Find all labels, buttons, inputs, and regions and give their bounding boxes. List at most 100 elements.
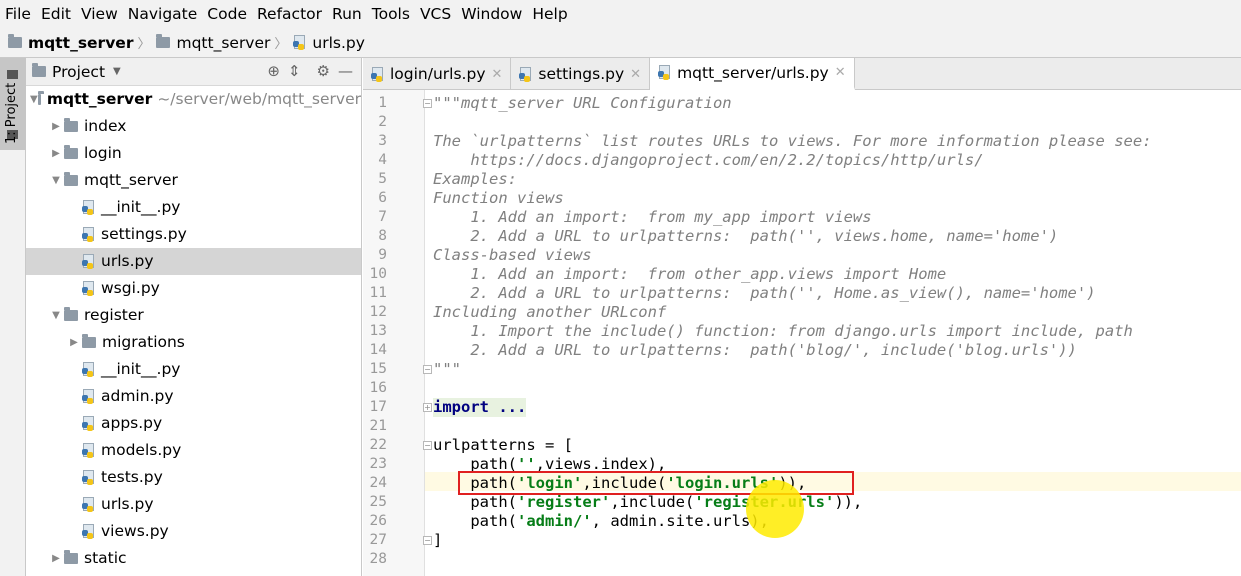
close-icon[interactable]: ✕ <box>835 65 846 80</box>
line-number: 5 <box>378 171 387 187</box>
fold-marker-icon[interactable]: − <box>423 441 432 450</box>
line-number: 21 <box>369 418 387 434</box>
python-file-icon <box>82 362 95 377</box>
tree-folder[interactable]: ▼ mqtt_server <box>26 167 361 194</box>
tree-item-label: urls.py <box>101 495 154 513</box>
breadcrumb-project[interactable]: mqtt_server 〉 <box>8 33 156 52</box>
tree-file[interactable]: wsgi.py <box>26 275 361 302</box>
locate-icon[interactable]: ⊕ <box>267 62 280 80</box>
tab-label: mqtt_server/urls.py <box>677 63 829 82</box>
tree-item-label: apps.py <box>101 414 163 432</box>
folder-icon <box>64 145 78 159</box>
code-line: Function views <box>433 189 564 207</box>
folder-icon <box>64 172 78 186</box>
code-line: """ <box>433 360 461 378</box>
code-line: The `urlpatterns` list routes URLs to vi… <box>433 132 1152 150</box>
tree-item-label: settings.py <box>101 225 187 243</box>
tree-file[interactable]: apps.py <box>26 410 361 437</box>
mouse-cursor-highlight <box>746 480 804 538</box>
menu-item-edit[interactable]: Edit <box>36 0 76 28</box>
tree-file[interactable]: __init__.py <box>26 194 361 221</box>
fold-marker-icon[interactable]: − <box>423 365 432 374</box>
folder-icon <box>37 91 44 105</box>
folder-icon <box>64 307 78 321</box>
tree-folder[interactable]: ▼ register <box>26 302 361 329</box>
tree-root[interactable]: ▼ mqtt_server ~/server/web/mqtt_server <box>26 86 361 113</box>
project-tool-tab[interactable]: 1: Project <box>0 58 26 150</box>
collapse-all-icon[interactable]: ⇕ <box>288 62 301 80</box>
fold-marker-icon[interactable]: − <box>423 536 432 545</box>
code-line: urlpatterns = [ <box>433 436 573 454</box>
chevron-right-icon: ▶ <box>52 121 60 132</box>
editor-tabs: login/urls.py ✕ settings.py ✕ mqtt_server/ur… <box>363 58 1241 90</box>
tree-folder[interactable]: ▶ static <box>26 545 361 572</box>
tree-item-label: __init__.py <box>101 198 181 216</box>
line-number: 15 <box>369 361 387 377</box>
chevron-right-icon: ▶ <box>52 148 60 159</box>
tree-file[interactable]: __init__.py <box>26 356 361 383</box>
tree-folder[interactable]: ▶ migrations <box>26 329 361 356</box>
line-number: 16 <box>369 380 387 396</box>
menu-item-run[interactable]: Run <box>327 0 367 28</box>
tree-file[interactable]: models.py <box>26 437 361 464</box>
tree-file[interactable]: settings.py <box>26 221 361 248</box>
line-number: 24 <box>369 475 387 491</box>
chevron-right-icon: ▶ <box>70 337 78 348</box>
code-line: 2. Add a URL to urlpatterns: path('', Ho… <box>433 284 1096 302</box>
python-file-icon <box>82 389 95 404</box>
line-number: 13 <box>369 323 387 339</box>
close-icon[interactable]: ✕ <box>630 67 641 82</box>
line-number: 28 <box>369 551 387 567</box>
tree-file[interactable]: urls.py <box>26 491 361 518</box>
menu-item-tools[interactable]: Tools <box>367 0 415 28</box>
line-number: 9 <box>378 247 387 263</box>
menu-item-code[interactable]: Code <box>202 0 252 28</box>
tree-file[interactable]: tests.py <box>26 464 361 491</box>
line-number: 22 <box>369 437 387 453</box>
code-line: path('admin/', admin.site.urls), <box>433 512 769 530</box>
menu-item-navigate[interactable]: Navigate <box>123 0 203 28</box>
tree-folder[interactable]: ▶ index <box>26 113 361 140</box>
hide-icon[interactable]: — <box>338 62 353 80</box>
menu-item-file[interactable]: File <box>0 0 36 28</box>
tree-item-label: mqtt_server <box>84 171 178 189</box>
close-icon[interactable]: ✕ <box>492 67 503 82</box>
fold-marker-icon[interactable]: + <box>423 403 432 412</box>
menu-item-view[interactable]: View <box>76 0 123 28</box>
folder-icon <box>8 34 22 48</box>
tree-file[interactable]: admin.py <box>26 383 361 410</box>
line-number: 4 <box>378 152 387 168</box>
code-line: Examples: <box>433 170 517 188</box>
code-line: ] <box>433 531 443 549</box>
editor-tab[interactable]: login/urls.py ✕ <box>363 58 512 90</box>
tree-folder[interactable]: ▶ login <box>26 140 361 167</box>
python-file-icon <box>82 470 95 485</box>
breadcrumb-folder[interactable]: mqtt_server 〉 <box>156 33 293 52</box>
editor-tab[interactable]: mqtt_server/urls.py ✕ <box>650 58 855 90</box>
project-panel-header: Project ▼ ⊕ ⇕ ⚙ — <box>26 58 361 86</box>
code-line: 1. Add an import: from other_app.views i… <box>433 265 947 283</box>
menu-item-refactor[interactable]: Refactor <box>252 0 327 28</box>
tree-file[interactable]: views.py <box>26 518 361 545</box>
line-number: 17 <box>369 399 387 415</box>
python-file-icon <box>82 254 95 269</box>
line-number: 10 <box>369 266 387 282</box>
menu-item-vcs[interactable]: VCS <box>415 0 456 28</box>
menu-item-help[interactable]: Help <box>527 0 572 28</box>
project-view-selector[interactable]: Project ▼ <box>32 63 121 81</box>
fold-marker-icon[interactable]: − <box>423 99 432 108</box>
breadcrumb-file[interactable]: urls.py <box>293 34 365 52</box>
tree-file[interactable]: urls.py <box>26 248 361 275</box>
python-file-icon <box>82 281 95 296</box>
tree-item-label: admin.py <box>101 387 174 405</box>
tree-item-label: wsgi.py <box>101 279 160 297</box>
gear-icon[interactable]: ⚙ <box>317 62 330 80</box>
editor-tab[interactable]: settings.py ✕ <box>511 58 651 90</box>
menu-bar: File Edit View Navigate Code Refactor Run Tools… <box>0 0 1241 28</box>
line-number: 26 <box>369 513 387 529</box>
folder-icon <box>7 70 18 79</box>
breadcrumb: mqtt_server 〉 mqtt_server 〉 urls.py <box>0 28 1241 58</box>
line-gutter: 1−2 3 4 5 6 7 8 9 10 11 12 13 14 15−16 17 +21 22−23 24 25 2… <box>363 90 432 576</box>
chevron-down-icon: ▼ <box>52 175 60 186</box>
menu-item-window[interactable]: Window <box>456 0 527 28</box>
